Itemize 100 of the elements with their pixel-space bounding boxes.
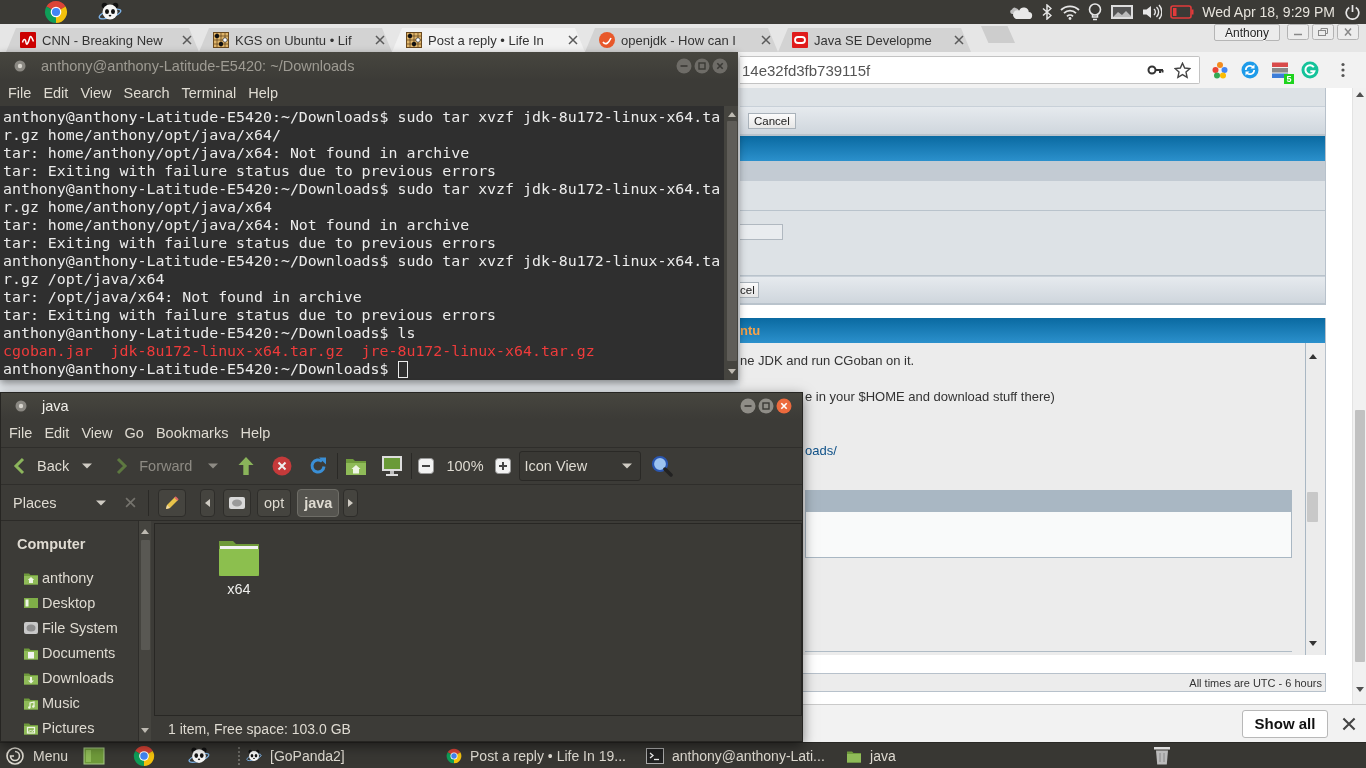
menu-item[interactable]: Search [123,85,170,101]
window-menu-icon[interactable] [15,400,27,412]
sidebar-item[interactable]: Documents [1,640,138,665]
path-forward-button[interactable] [343,488,359,517]
edit-path-button[interactable] [158,488,186,517]
menu-item[interactable]: Bookmarks [155,425,229,441]
sidebar-item[interactable]: anthony [1,565,138,590]
menu-item[interactable]: Terminal [181,85,237,101]
menu-item[interactable]: Help [248,85,279,101]
close-icon[interactable] [1342,716,1356,731]
close-icon[interactable] [761,35,771,45]
path-back-button[interactable] [200,488,215,517]
close-icon[interactable] [182,35,192,45]
lightbulb-icon[interactable] [1088,3,1103,21]
post-link[interactable]: oads/ [805,442,837,460]
zoom-in-icon[interactable] [494,458,511,474]
taskbar-window-button[interactable]: java [840,743,1041,768]
path-button[interactable]: opt [257,488,292,517]
star-icon[interactable] [1174,61,1191,79]
stack-icon[interactable] [1271,61,1289,79]
menu-item[interactable]: File [8,85,32,101]
stop-icon[interactable] [272,456,293,476]
close-icon[interactable] [954,35,964,45]
scrollbar-thumb[interactable] [1354,410,1365,662]
chrome-icon[interactable] [44,0,68,24]
scrollbar[interactable] [1305,343,1319,655]
scroll-down-icon[interactable] [141,728,149,733]
path-root-button[interactable] [223,488,251,517]
taskbar-window-button[interactable]: Post a reply • Life In 19... [440,743,641,768]
more-icon[interactable] [1341,62,1345,78]
menu-item[interactable]: Edit [43,85,69,101]
minimize-icon[interactable] [1287,24,1309,40]
scrollbar-thumb[interactable] [140,540,150,650]
view-dropdown[interactable]: Icon View [518,451,641,481]
show-all-button[interactable]: Show all [1242,709,1328,738]
minimize-icon[interactable] [740,398,756,414]
places-dropdown[interactable]: Places [8,488,110,517]
scrollbar[interactable] [138,521,151,741]
volume-icon[interactable] [1142,4,1163,20]
menu-button[interactable]: Menu [6,746,69,765]
sync-icon[interactable] [1241,61,1259,79]
menu-item[interactable]: File [9,425,33,441]
scroll-down-icon[interactable] [727,369,736,374]
power-icon[interactable] [1345,4,1360,20]
window-menu-icon[interactable] [14,60,26,72]
scroll-up-icon[interactable] [141,529,149,534]
clock[interactable]: Wed Apr 18, 9:29 PM [1202,4,1335,20]
caret-down-icon[interactable] [208,463,219,469]
restore-icon[interactable] [1312,24,1334,40]
cancel-button[interactable]: Cancel [748,112,796,129]
scroll-up-icon[interactable] [1308,354,1317,359]
close-icon[interactable] [375,35,385,45]
scroll-up-icon[interactable] [1355,92,1364,97]
address-field[interactable]: 14e32fd3fb739115f [740,56,1200,84]
menu-item[interactable]: View [80,85,112,101]
browser-tab[interactable]: openjdk - How can I [585,28,778,52]
back-button[interactable]: Back [12,457,70,475]
sidebar-item[interactable]: File System [1,615,138,640]
battery-icon[interactable] [1170,5,1195,19]
scroll-down-icon[interactable] [1355,687,1364,692]
computer-icon[interactable] [381,455,404,477]
scrollbar[interactable] [724,106,738,380]
profile-button[interactable]: Anthony [1214,24,1280,41]
bluetooth-icon[interactable] [1042,4,1053,20]
scrollbar-thumb[interactable] [726,121,737,361]
sidebar-item[interactable]: Downloads [1,665,138,690]
menu-item[interactable]: Edit [44,425,70,441]
zoom-out-icon[interactable] [418,458,435,474]
search-icon[interactable] [650,455,673,477]
scroll-down-icon[interactable] [1308,641,1317,646]
menu-item[interactable]: Go [124,425,144,441]
show-desktop-icon[interactable] [83,746,106,765]
close-icon[interactable] [568,35,578,45]
sidebar-item[interactable]: Desktop [1,590,138,615]
taskbar-window-button[interactable]: anthony@anthony-Lati... [640,743,841,768]
scrollbar-thumb[interactable] [1307,492,1318,522]
menu-item[interactable]: Help [240,425,271,441]
folder-item[interactable]: x64 [199,538,279,597]
sidebar-item[interactable]: Music [1,690,138,715]
taskbar-window-button[interactable]: [GoPanda2] [240,743,441,768]
path-button[interactable]: java [297,488,340,517]
reload-icon[interactable] [308,456,329,476]
sidebar-item[interactable]: Pictures [1,715,138,740]
browser-tab[interactable]: Post a reply • Life In [392,28,585,52]
up-arrow-icon[interactable] [237,456,256,476]
trash-icon[interactable] [1152,745,1173,766]
wifi-icon[interactable] [1060,4,1081,20]
caret-down-icon[interactable] [82,463,93,469]
form-button[interactable]: cel [740,282,759,298]
close-icon[interactable] [776,398,792,414]
browser-tab[interactable]: KGS on Ubuntu • Lif [199,28,392,52]
browser-tab[interactable]: Java SE Developme [778,28,971,52]
chrome-icon[interactable] [133,744,156,767]
scroll-up-icon[interactable] [727,112,736,117]
dots-icon[interactable] [1211,61,1229,79]
home-folder-icon[interactable] [345,456,368,476]
display-icon[interactable] [1110,4,1135,20]
browser-tab[interactable]: CNN - Breaking New [6,28,199,52]
menu-item[interactable]: View [81,425,113,441]
input-field[interactable] [740,224,783,240]
